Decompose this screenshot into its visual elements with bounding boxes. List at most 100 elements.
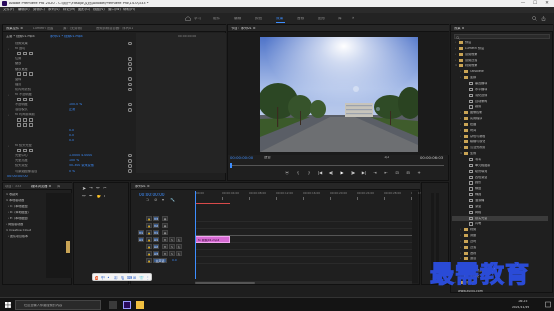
chevron-right-icon[interactable]: ›: [460, 129, 461, 132]
lock-track-icon[interactable]: 🔒: [146, 251, 152, 256]
maximize-button[interactable]: ☐: [529, 0, 541, 7]
timeline-timecode[interactable]: 00:00:00:00: [139, 193, 165, 197]
ime-button[interactable]: S: [94, 275, 99, 280]
mute-track-icon[interactable]: M: [162, 251, 168, 256]
hand-tool-icon[interactable]: ✋: [96, 195, 102, 200]
menu-window[interactable]: 窗口(W): [108, 8, 121, 11]
lock-track-icon[interactable]: 🔒: [146, 244, 152, 249]
tab-source[interactable]: 源：(无剪辑): [63, 27, 82, 30]
track-header[interactable]: V1 🔒 V1 ◉: [138, 229, 195, 236]
track-lane[interactable]: [195, 250, 412, 257]
master-volume-value[interactable]: 0.0: [172, 259, 177, 262]
toggle-output-icon[interactable]: ◉: [162, 216, 168, 221]
track-lane[interactable]: [195, 215, 412, 222]
track-target-button[interactable]: A1: [153, 237, 159, 242]
work-area-bar[interactable]: [195, 203, 230, 204]
lock-track-icon[interactable]: 🔒: [146, 223, 152, 228]
track-lane[interactable]: [195, 222, 412, 229]
timeline-horizontal-scrollbar[interactable]: [195, 281, 412, 284]
solo-track-icon[interactable]: S: [169, 244, 175, 249]
solo-track-icon[interactable]: S: [169, 237, 175, 242]
workspace-audio[interactable]: 音频: [297, 17, 304, 21]
track-lane[interactable]: [195, 229, 412, 236]
menu-markers[interactable]: 标记(M): [63, 8, 75, 11]
razor-tool-icon[interactable]: ✂: [103, 187, 107, 192]
workspace-learn[interactable]: 学习: [194, 17, 201, 21]
selection-tool-icon[interactable]: ➤: [82, 187, 86, 192]
mute-track-icon[interactable]: M: [162, 237, 168, 242]
search-icon[interactable]: [532, 16, 537, 21]
track-header[interactable]: 🔒 A3 M S 🎙: [138, 250, 195, 257]
chevron-right-icon[interactable]: ›: [455, 47, 456, 50]
track-select-tool-icon[interactable]: ⇥: [89, 187, 93, 192]
ime-button[interactable]: 👕: [139, 276, 144, 280]
ime-button[interactable]: ⊞: [133, 276, 136, 280]
lock-track-icon[interactable]: 🔒: [146, 237, 152, 242]
chevron-down-icon[interactable]: ∨: [460, 152, 462, 155]
file-explorer-icon[interactable]: [136, 301, 144, 309]
menu-file[interactable]: 文件(F): [3, 8, 14, 11]
track-target-button[interactable]: V2: [153, 223, 159, 228]
timeline-settings-icon[interactable]: 🔧: [170, 198, 175, 202]
chevron-right-icon[interactable]: ›: [460, 76, 461, 79]
minimize-button[interactable]: —: [517, 0, 529, 7]
chevron-right-icon[interactable]: ›: [460, 123, 461, 126]
chevron-right-icon[interactable]: ›: [455, 59, 456, 62]
close-button[interactable]: ✕: [541, 0, 553, 7]
linked-selection-icon[interactable]: ⊘: [154, 198, 157, 202]
tab-lumetri-scopes[interactable]: Lumetri 范围: [33, 27, 53, 30]
timeline-scroll-thumb[interactable]: [195, 281, 255, 284]
tab-sequence-01[interactable]: 序列01 ≡: [135, 185, 150, 188]
chevron-right-icon[interactable]: ›: [460, 135, 461, 138]
windows-start-icon[interactable]: [5, 302, 11, 308]
tab-media-browser[interactable]: 媒体浏览器 ≡: [31, 185, 51, 188]
track-target-button[interactable]: A3: [153, 251, 159, 256]
snap-icon[interactable]: ⊃: [146, 198, 149, 202]
chevron-down-icon[interactable]: ∨: [455, 64, 457, 67]
tab-effects[interactable]: 效果 ≡: [454, 27, 464, 30]
track-lane[interactable]: [195, 243, 412, 250]
video-clip[interactable]: fx 视频01.mp4: [195, 236, 230, 243]
track-header[interactable]: 🔒 A2 M S 🎙: [138, 243, 195, 250]
chevron-right-icon[interactable]: ›: [460, 111, 461, 114]
source-patch-button[interactable]: A1: [138, 237, 144, 242]
source-patch-button[interactable]: V1: [138, 230, 144, 235]
track-target-button[interactable]: 主声道: [153, 258, 167, 263]
type-tool-icon[interactable]: T: [103, 195, 106, 200]
slip-tool-icon[interactable]: ⇔: [82, 195, 86, 200]
chevron-right-icon[interactable]: ›: [460, 146, 461, 149]
lock-track-icon[interactable]: 🔒: [146, 216, 152, 221]
chevron-right-icon[interactable]: ›: [455, 41, 456, 44]
voice-over-record-icon[interactable]: 🎙: [176, 244, 182, 249]
tab-effect-controls[interactable]: 效果控件 ≡: [6, 27, 23, 30]
workspace-editing[interactable]: 编辑: [234, 17, 241, 21]
menu-sequence[interactable]: 序列(S): [48, 8, 60, 11]
voice-over-record-icon[interactable]: 🎙: [176, 251, 182, 256]
pen-tool-icon[interactable]: ✒: [89, 195, 93, 200]
workspace-color[interactable]: 颜色: [255, 17, 262, 21]
timeline-playhead[interactable]: [195, 191, 196, 279]
workspace-assembly[interactable]: 组件: [213, 17, 220, 21]
track-lane[interactable]: [195, 257, 412, 264]
lock-track-icon[interactable]: 🔒: [146, 230, 152, 235]
tab-libraries[interactable]: 库: [57, 185, 60, 188]
toggle-output-icon[interactable]: ◉: [162, 230, 168, 235]
taskbar-search-box[interactable]: 在这里输入你要搜索的内容: [15, 300, 101, 310]
chevron-right-icon[interactable]: ›: [460, 140, 461, 143]
track-header[interactable]: 🔒 主声道 0.0: [138, 257, 195, 264]
lock-track-icon[interactable]: 🔒: [146, 258, 152, 263]
share-icon[interactable]: [541, 16, 546, 21]
ime-button[interactable]: 🎙: [120, 276, 125, 280]
ime-button[interactable]: 中: [101, 276, 105, 280]
task-view-icon[interactable]: [109, 301, 117, 309]
timeline-vertical-scrollbar[interactable]: [412, 191, 418, 283]
workspace-graphics[interactable]: 图形: [318, 17, 325, 21]
menu-graphics[interactable]: 图形(G): [78, 8, 90, 11]
workspace-effects[interactable]: 效果: [276, 17, 283, 21]
ime-button[interactable]: ⌨: [127, 276, 133, 280]
menu-view[interactable]: 视图(V): [93, 8, 105, 11]
master-clip-label[interactable]: 主要 * 视频01.mp4: [6, 35, 35, 38]
more-workspaces-icon[interactable]: »: [352, 16, 354, 20]
tab-audio-clip-mixer[interactable]: 音频剪辑混合器：序列01: [96, 27, 133, 30]
track-target-button[interactable]: A2: [153, 244, 159, 249]
